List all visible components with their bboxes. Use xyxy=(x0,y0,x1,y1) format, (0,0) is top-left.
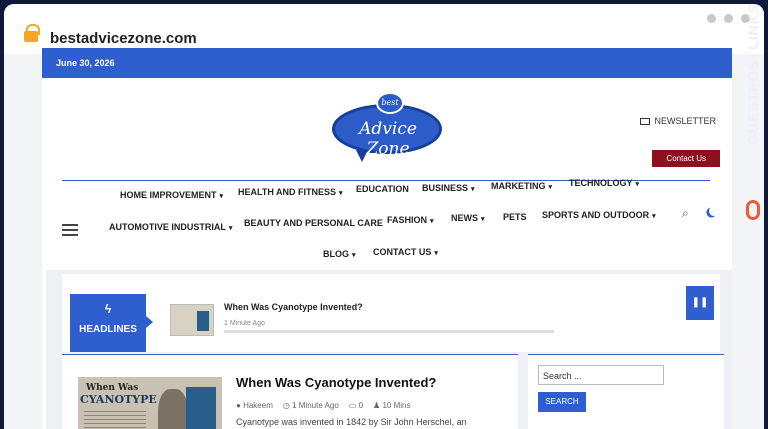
headlines-badge: ϟ HEADLINES xyxy=(70,294,146,352)
chevron-down-icon: ▾ xyxy=(430,218,434,225)
envelope-icon xyxy=(640,117,651,125)
contact-button[interactable]: Contact Us xyxy=(652,150,720,167)
nav-label: SPORTS AND OUTDOOR xyxy=(542,210,650,220)
post-author[interactable]: ● Hakeem xyxy=(236,401,273,410)
nav-technology[interactable]: TECHNOLOGY ▾ xyxy=(569,178,639,188)
top-bar: June 30, 2026 xyxy=(42,48,732,78)
headlines-label: HEADLINES xyxy=(79,324,137,335)
watermark-text: GUESTPOSTLINKS xyxy=(745,2,761,146)
headlines-arrow xyxy=(146,316,153,328)
nav-label: PETS xyxy=(503,212,527,222)
nav-label: BEAUTY AND PERSONAL CARE xyxy=(244,218,383,228)
nav-label: CONTACT US xyxy=(373,247,432,257)
newsletter-label: NEWSLETTER xyxy=(654,116,716,126)
thumb-line-1: When Was xyxy=(86,383,139,393)
time-text: 1 Minute Ago xyxy=(292,401,339,410)
thumb-portrait xyxy=(158,389,188,429)
nav-fashion[interactable]: FASHION ▾ xyxy=(387,215,434,225)
nav-health-and-fitness[interactable]: HEALTH AND FITNESS ▾ xyxy=(238,187,343,197)
nav-automotive-industrial[interactable]: AUTOMOTIVE INDUSTRIAL ▾ xyxy=(109,222,232,232)
url-text: bestadvicezone.com xyxy=(50,30,197,47)
nav-label: FASHION xyxy=(387,215,428,225)
search-input[interactable]: Search ... xyxy=(538,365,664,385)
thumb-book xyxy=(186,387,216,429)
sidebar: Search ... SEARCH xyxy=(528,354,724,429)
post-excerpt: Cyanotype was invented in 1842 by Sir Jo… xyxy=(236,417,467,427)
nav-home-improvement[interactable]: HOME IMPROVEMENT ▾ xyxy=(120,190,223,200)
logo-name: Advice Zone xyxy=(359,119,417,159)
nav-sports-and-outdoor[interactable]: SPORTS AND OUTDOOR ▾ xyxy=(542,210,656,220)
post-title[interactable]: When Was Cyanotype Invented? xyxy=(236,375,436,390)
post-read-time: ♟ 10 Mins xyxy=(373,401,410,410)
menu-icon[interactable] xyxy=(62,224,78,239)
pause-icon: ❚❚ xyxy=(691,297,709,308)
post-time: ◷ 1 Minute Ago xyxy=(283,401,339,410)
nav-label: EDUCATION xyxy=(356,184,409,194)
pause-button[interactable]: ❚❚ xyxy=(686,286,714,320)
chevron-down-icon: ▾ xyxy=(219,193,224,200)
date-text: June 30, 2026 xyxy=(56,58,115,68)
nav-label: NEWS xyxy=(451,213,478,223)
nav-pets[interactable]: PETS xyxy=(503,212,527,222)
moon-icon[interactable] xyxy=(707,204,721,218)
window-controls xyxy=(707,14,750,23)
nav-beauty-and-personal-care[interactable]: BEAUTY AND PERSONAL CARE xyxy=(244,218,383,228)
post-meta: ● Hakeem ◷ 1 Minute Ago ▭ 0 ♟ 10 Mins xyxy=(236,401,410,410)
author-name: Hakeem xyxy=(243,401,273,410)
thumb-line-2: CYANOTYPE xyxy=(80,393,157,406)
chevron-down-icon: ▾ xyxy=(228,225,233,232)
post-card: When Was CYANOTYPE When Was Cyanotype In… xyxy=(62,354,518,429)
nav-label: HOME IMPROVEMENT xyxy=(120,190,217,200)
lock-icon xyxy=(24,24,40,42)
newsletter-link[interactable]: NEWSLETTER xyxy=(640,116,716,126)
address-bar[interactable]: bestadvicezone.com xyxy=(4,4,764,54)
thumb-text-lines xyxy=(84,411,146,429)
nav-contact-us[interactable]: CONTACT US ▾ xyxy=(373,247,438,257)
window-dot[interactable] xyxy=(707,14,716,23)
nav-label: HEALTH AND FITNESS xyxy=(238,187,336,197)
nav-blog[interactable]: BLOG ▾ xyxy=(323,249,356,259)
chevron-down-icon: ▾ xyxy=(434,250,438,257)
nav-business[interactable]: BUSINESS ▾ xyxy=(422,183,475,193)
comment-count: 0 xyxy=(358,401,364,410)
nav-label: MARKETING xyxy=(491,181,546,191)
chevron-down-icon: ▾ xyxy=(652,213,656,220)
ticker-excerpt-blur xyxy=(224,330,554,333)
ticker-time: 1 Minute Ago xyxy=(224,320,265,327)
headline-ticker: ϟ HEADLINES When Was Cyanotype Invented?… xyxy=(62,274,720,352)
nav-label: AUTOMOTIVE INDUSTRIAL xyxy=(109,222,226,232)
guestpostlinks-watermark: GUESTPOSTLINKS xyxy=(738,3,768,226)
browser-window: bestadvicezone.com June 30, 2026 best Ad… xyxy=(4,4,764,429)
nav-marketing[interactable]: MARKETING ▾ xyxy=(491,181,552,191)
chevron-down-icon: ▾ xyxy=(481,216,485,223)
nav-label: BLOG xyxy=(323,249,349,259)
search-icon[interactable]: ⌕ xyxy=(682,206,689,221)
search-button[interactable]: SEARCH xyxy=(538,392,586,412)
chevron-down-icon: ▾ xyxy=(352,252,356,259)
post-thumbnail[interactable]: When Was CYANOTYPE xyxy=(78,377,222,429)
chevron-down-icon: ▾ xyxy=(471,186,475,193)
nav-news[interactable]: NEWS ▾ xyxy=(451,213,485,223)
bolt-icon: ϟ xyxy=(104,302,112,316)
nav-label: BUSINESS xyxy=(422,183,469,193)
chevron-down-icon: ▾ xyxy=(635,181,640,188)
link-icon xyxy=(746,200,760,220)
site-logo[interactable]: best Advice Zone xyxy=(332,92,444,162)
post-comments[interactable]: ▭ 0 xyxy=(349,401,363,410)
ticker-title[interactable]: When Was Cyanotype Invented? xyxy=(224,302,363,312)
chevron-down-icon: ▾ xyxy=(339,190,343,197)
nav-label: TECHNOLOGY xyxy=(569,178,633,188)
reader-icon: ♟ xyxy=(373,401,381,410)
window-dot[interactable] xyxy=(724,14,733,23)
nav-education[interactable]: EDUCATION xyxy=(356,184,409,194)
clock-icon: ◷ xyxy=(282,401,290,410)
comment-icon: ▭ xyxy=(348,401,357,410)
web-page: June 30, 2026 best Advice Zone NEWSLETTE… xyxy=(42,48,732,429)
chevron-down-icon: ▾ xyxy=(548,184,553,191)
user-icon: ● xyxy=(236,401,241,410)
logo-best: best xyxy=(376,92,404,114)
read-time: 10 Mins xyxy=(382,401,411,410)
ticker-thumbnail[interactable] xyxy=(170,304,214,336)
